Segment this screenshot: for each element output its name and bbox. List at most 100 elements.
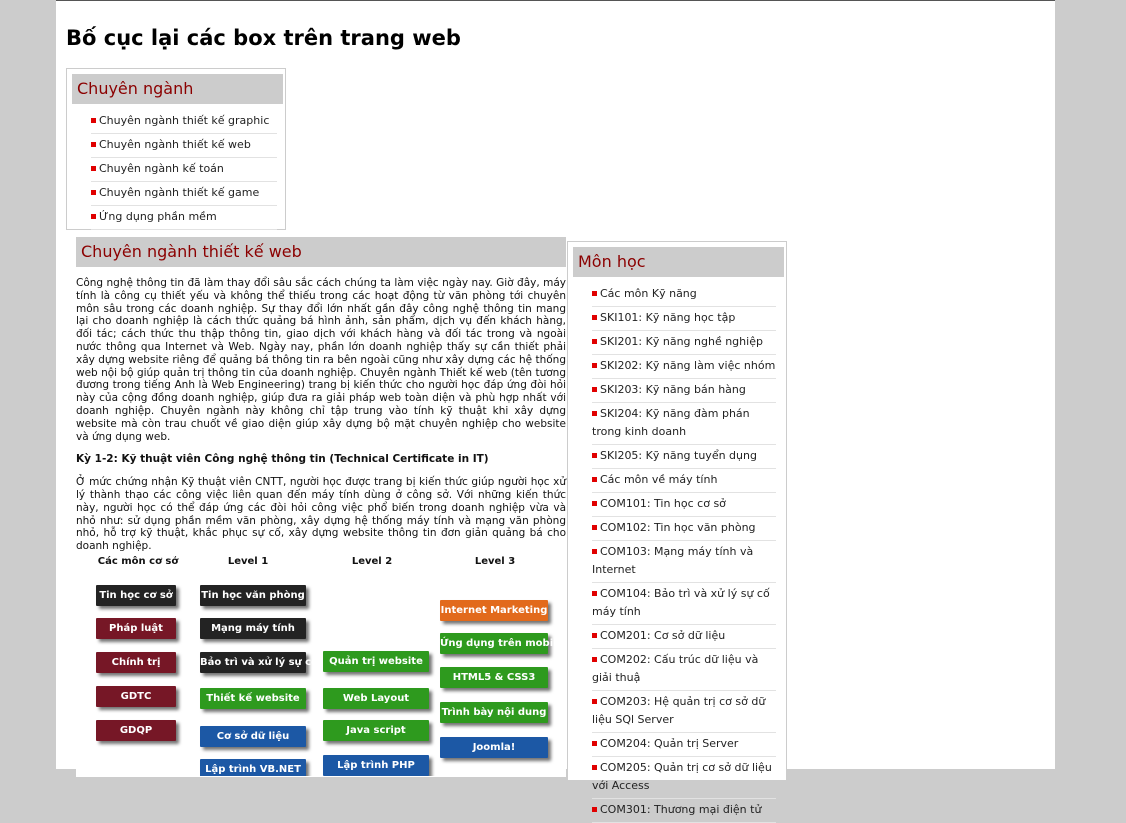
- page-title: Bố cục lại các box trên trang web: [66, 26, 461, 50]
- list-item-label: COM101: Tin học cơ sở: [600, 497, 726, 510]
- list-item[interactable]: Chuyên ngành thiết kế game: [91, 182, 277, 206]
- list-item-label: COM103: Mạng máy tính và Internet: [592, 545, 754, 576]
- column-header: Các môn cơ sở: [97, 556, 179, 567]
- majors-box: Chuyên ngành Chuyên ngành thiết kế graph…: [66, 68, 286, 230]
- list-item[interactable]: COM204: Quản trị Server: [592, 733, 776, 757]
- list-item[interactable]: Chuyên ngành thiết kế graphic: [91, 110, 277, 134]
- course-chip: Bảo trì và xử lý sự cố: [200, 652, 318, 673]
- list-item-label: Các môn về máy tính: [600, 473, 718, 486]
- subjects-box: Môn học Các môn Kỹ năng SKI101: Kỹ năng …: [567, 241, 787, 823]
- course-chip: Trình bày nội dung: [440, 702, 548, 723]
- list-item[interactable]: COM201: Cơ sở dữ liệu: [592, 625, 776, 649]
- majors-heading: Chuyên ngành: [72, 74, 283, 104]
- bullet-icon: [91, 214, 96, 219]
- bullet-icon: [592, 315, 597, 320]
- list-item[interactable]: SKI203: Kỹ năng bán hàng: [592, 379, 776, 403]
- list-item-label: SKI204: Kỹ năng đàm phán trong kinh doan…: [592, 407, 750, 438]
- bullet-icon: [91, 166, 96, 171]
- list-item-label: SKI101: Kỹ năng học tập: [600, 311, 736, 324]
- column-header: Level 1: [227, 556, 269, 567]
- subjects-heading: Môn học: [573, 247, 784, 277]
- page-container: Bố cục lại các box trên trang web Chuyên…: [56, 0, 1055, 823]
- list-item[interactable]: Ứng dụng phần mềm: [91, 206, 277, 230]
- list-item[interactable]: COM103: Mạng máy tính và Internet: [592, 541, 776, 583]
- bullet-icon: [592, 453, 597, 458]
- main-paragraph-2: Ở mức chứng nhận Kỹ thuật viên CNTT, ngư…: [76, 476, 566, 553]
- column-header: Level 3: [474, 556, 516, 567]
- list-item[interactable]: SKI202: Kỹ năng làm việc nhóm: [592, 355, 776, 379]
- bullet-icon: [592, 291, 597, 296]
- course-chip: Mạng máy tính: [200, 618, 306, 639]
- column-header: Level 2: [351, 556, 393, 567]
- list-item[interactable]: COM301: Thương mại điện tử: [592, 799, 776, 823]
- list-item-label: SKI201: Kỹ năng nghề nghiệp: [600, 335, 763, 348]
- curriculum-diagram: Các môn cơ sở Level 1 Level 2 Level 3 Ti…: [76, 556, 566, 776]
- bullet-icon: [592, 411, 597, 416]
- list-item-label: COM205: Quản trị cơ sở dữ liệu với Acces…: [592, 761, 772, 792]
- list-item-label: COM102: Tin học văn phòng: [600, 521, 756, 534]
- bullet-icon: [592, 501, 597, 506]
- list-item-label: SKI205: Kỹ năng tuyển dụng: [600, 449, 757, 462]
- list-item[interactable]: SKI201: Kỹ năng nghề nghiệp: [592, 331, 776, 355]
- list-item-label: COM301: Thương mại điện tử: [600, 803, 762, 816]
- list-item-label: Chuyên ngành thiết kế game: [99, 186, 260, 199]
- course-chip: Cơ sở dữ liệu: [200, 726, 306, 747]
- course-chip: Web Layout: [323, 688, 429, 709]
- course-chip: Internet Marketing: [440, 600, 548, 621]
- bullet-icon: [592, 549, 597, 554]
- bullet-icon: [592, 339, 597, 344]
- course-chip: Quản trị website: [323, 651, 429, 672]
- bullet-icon: [592, 363, 597, 368]
- bullet-icon: [592, 807, 597, 812]
- list-item-label: COM203: Hệ quản trị cơ sở dữ liệu SQl Se…: [592, 695, 766, 726]
- list-item-label: SKI203: Kỹ năng bán hàng: [600, 383, 746, 396]
- bullet-icon: [592, 477, 597, 482]
- list-item-label: COM204: Quản trị Server: [600, 737, 739, 750]
- course-chip: Tin học cơ sở: [96, 585, 176, 606]
- majors-list: Chuyên ngành thiết kế graphic Chuyên ngà…: [72, 110, 285, 230]
- list-item[interactable]: Các môn Kỹ năng: [592, 283, 776, 307]
- bullet-icon: [592, 741, 597, 746]
- list-item-label: COM104: Bảo trì và xử lý sự cố máy tính: [592, 587, 770, 618]
- list-item[interactable]: COM104: Bảo trì và xử lý sự cố máy tính: [592, 583, 776, 625]
- list-item-label: SKI202: Kỹ năng làm việc nhóm: [600, 359, 776, 372]
- course-chip: Thiết kế website: [200, 688, 306, 709]
- course-chip: Pháp luật: [96, 618, 176, 639]
- list-item[interactable]: SKI205: Kỹ năng tuyển dụng: [592, 445, 776, 469]
- list-item-label: Chuyên ngành thiết kế graphic: [99, 114, 270, 127]
- bullet-icon: [592, 699, 597, 704]
- main-intro-paragraph: Công nghệ thông tin đã làm thay đổi sâu …: [76, 277, 566, 443]
- course-chip: Chính trị: [96, 652, 176, 673]
- course-chip: HTML5 & CSS3: [440, 667, 548, 688]
- course-chip: Java script: [323, 720, 429, 741]
- bullet-icon: [592, 633, 597, 638]
- course-chip: Lập trình PHP: [323, 755, 429, 776]
- course-chip: Ứng dụng trên mobile: [440, 633, 563, 654]
- list-item[interactable]: SKI101: Kỹ năng học tập: [592, 307, 776, 331]
- list-item[interactable]: COM205: Quản trị cơ sở dữ liệu với Acces…: [592, 757, 776, 799]
- subjects-list: Các môn Kỹ năng SKI101: Kỹ năng học tập …: [573, 283, 786, 823]
- course-chip: Tin học văn phòng: [200, 585, 306, 606]
- list-item[interactable]: COM202: Cấu trúc dữ liệu và giải thuậ: [592, 649, 776, 691]
- list-item[interactable]: COM203: Hệ quản trị cơ sở dữ liệu SQl Se…: [592, 691, 776, 733]
- list-item-label: Các môn Kỹ năng: [600, 287, 697, 300]
- main-heading: Chuyên ngành thiết kế web: [76, 237, 566, 267]
- list-item[interactable]: SKI204: Kỹ năng đàm phán trong kinh doan…: [592, 403, 776, 445]
- bullet-icon: [91, 142, 96, 147]
- course-chip: GDQP: [96, 720, 176, 741]
- list-item-label: COM201: Cơ sở dữ liệu: [600, 629, 726, 642]
- course-chip: Joomla!: [440, 737, 548, 758]
- bullet-icon: [592, 387, 597, 392]
- list-item-label: Chuyên ngành kế toán: [99, 162, 224, 175]
- bullet-icon: [592, 525, 597, 530]
- main-subheading: Kỳ 1-2: Kỹ thuật viên Công nghệ thông ti…: [76, 453, 489, 466]
- course-chip: GDTC: [96, 686, 176, 707]
- list-item[interactable]: COM101: Tin học cơ sở: [592, 493, 776, 517]
- list-item-label: COM202: Cấu trúc dữ liệu và giải thuậ: [592, 653, 759, 684]
- list-item-label: Ứng dụng phần mềm: [99, 210, 217, 223]
- list-item[interactable]: Chuyên ngành kế toán: [91, 158, 277, 182]
- list-item[interactable]: Chuyên ngành thiết kế web: [91, 134, 277, 158]
- list-item[interactable]: Các môn về máy tính: [592, 469, 776, 493]
- bullet-icon: [592, 591, 597, 596]
- list-item[interactable]: COM102: Tin học văn phòng: [592, 517, 776, 541]
